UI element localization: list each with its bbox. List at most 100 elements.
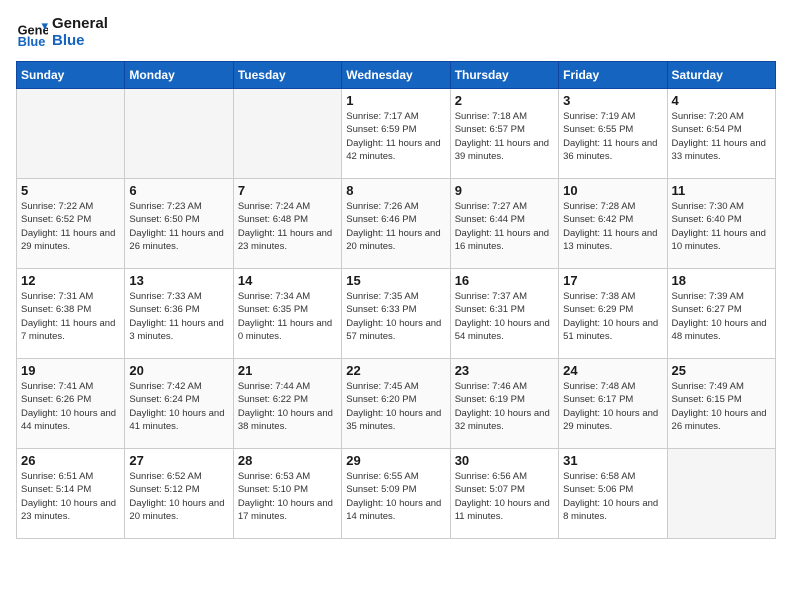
day-info: Sunrise: 7:45 AMSunset: 6:20 PMDaylight:… [346, 380, 445, 433]
logo-blue: Blue [52, 33, 108, 50]
day-info: Sunrise: 6:56 AMSunset: 5:07 PMDaylight:… [455, 470, 554, 523]
day-number: 15 [346, 273, 445, 288]
day-number: 20 [129, 363, 228, 378]
day-number: 13 [129, 273, 228, 288]
calendar-cell: 10 Sunrise: 7:28 AMSunset: 6:42 PMDayligh… [559, 179, 667, 269]
calendar-cell: 17 Sunrise: 7:38 AMSunset: 6:29 PMDayligh… [559, 269, 667, 359]
calendar-cell: 26 Sunrise: 6:51 AMSunset: 5:14 PMDayligh… [17, 449, 125, 539]
weekday-header-wednesday: Wednesday [342, 62, 450, 89]
calendar-cell [233, 89, 341, 179]
day-number: 30 [455, 453, 554, 468]
day-info: Sunrise: 7:38 AMSunset: 6:29 PMDaylight:… [563, 290, 662, 343]
calendar-week-4: 19 Sunrise: 7:41 AMSunset: 6:26 PMDayligh… [17, 359, 776, 449]
day-number: 12 [21, 273, 120, 288]
calendar-cell: 27 Sunrise: 6:52 AMSunset: 5:12 PMDayligh… [125, 449, 233, 539]
day-info: Sunrise: 7:19 AMSunset: 6:55 PMDaylight:… [563, 110, 662, 163]
calendar-cell [125, 89, 233, 179]
calendar-cell: 14 Sunrise: 7:34 AMSunset: 6:35 PMDayligh… [233, 269, 341, 359]
day-number: 2 [455, 93, 554, 108]
day-number: 10 [563, 183, 662, 198]
day-info: Sunrise: 7:22 AMSunset: 6:52 PMDaylight:… [21, 200, 120, 253]
day-info: Sunrise: 7:44 AMSunset: 6:22 PMDaylight:… [238, 380, 337, 433]
calendar-cell: 7 Sunrise: 7:24 AMSunset: 6:48 PMDaylight… [233, 179, 341, 269]
day-info: Sunrise: 6:53 AMSunset: 5:10 PMDaylight:… [238, 470, 337, 523]
day-info: Sunrise: 7:39 AMSunset: 6:27 PMDaylight:… [672, 290, 771, 343]
calendar-cell: 30 Sunrise: 6:56 AMSunset: 5:07 PMDayligh… [450, 449, 558, 539]
calendar-cell: 16 Sunrise: 7:37 AMSunset: 6:31 PMDayligh… [450, 269, 558, 359]
day-number: 1 [346, 93, 445, 108]
day-info: Sunrise: 7:41 AMSunset: 6:26 PMDaylight:… [21, 380, 120, 433]
calendar-cell: 9 Sunrise: 7:27 AMSunset: 6:44 PMDaylight… [450, 179, 558, 269]
calendar-week-3: 12 Sunrise: 7:31 AMSunset: 6:38 PMDayligh… [17, 269, 776, 359]
calendar-cell: 24Sunrise: 7:48 AMSunset: 6:17 PMDayligh… [559, 359, 667, 449]
day-info: Sunrise: 7:49 AMSunset: 6:15 PMDaylight:… [672, 380, 771, 433]
calendar-cell [17, 89, 125, 179]
day-info: Sunrise: 6:51 AMSunset: 5:14 PMDaylight:… [21, 470, 120, 523]
day-number: 31 [563, 453, 662, 468]
day-number: 28 [238, 453, 337, 468]
page-header: General Blue General Blue [16, 16, 776, 49]
day-number: 22 [346, 363, 445, 378]
weekday-header-monday: Monday [125, 62, 233, 89]
logo: General Blue General Blue [16, 16, 108, 49]
day-info: Sunrise: 6:52 AMSunset: 5:12 PMDaylight:… [129, 470, 228, 523]
calendar-cell: 15 Sunrise: 7:35 AMSunset: 6:33 PMDayligh… [342, 269, 450, 359]
day-info: Sunrise: 7:35 AMSunset: 6:33 PMDaylight:… [346, 290, 445, 343]
day-info: Sunrise: 7:26 AMSunset: 6:46 PMDaylight:… [346, 200, 445, 253]
calendar-cell: 28 Sunrise: 6:53 AMSunset: 5:10 PMDayligh… [233, 449, 341, 539]
day-info: Sunrise: 7:27 AMSunset: 6:44 PMDaylight:… [455, 200, 554, 253]
day-number: 9 [455, 183, 554, 198]
weekday-header-friday: Friday [559, 62, 667, 89]
day-info: Sunrise: 6:58 AMSunset: 5:06 PMDaylight:… [563, 470, 662, 523]
day-number: 25 [672, 363, 771, 378]
day-info: Sunrise: 7:33 AMSunset: 6:36 PMDaylight:… [129, 290, 228, 343]
day-number: 8 [346, 183, 445, 198]
calendar-cell: 29 Sunrise: 6:55 AMSunset: 5:09 PMDayligh… [342, 449, 450, 539]
day-number: 19 [21, 363, 120, 378]
day-number: 29 [346, 453, 445, 468]
day-info: Sunrise: 7:24 AMSunset: 6:48 PMDaylight:… [238, 200, 337, 253]
logo-general: General [52, 16, 108, 33]
calendar-cell: 6Sunrise: 7:23 AMSunset: 6:50 PMDaylight… [125, 179, 233, 269]
day-number: 17 [563, 273, 662, 288]
day-info: Sunrise: 7:46 AMSunset: 6:19 PMDaylight:… [455, 380, 554, 433]
day-info: Sunrise: 7:17 AMSunset: 6:59 PMDaylight:… [346, 110, 445, 163]
day-number: 16 [455, 273, 554, 288]
day-number: 7 [238, 183, 337, 198]
calendar-cell: 11 Sunrise: 7:30 AMSunset: 6:40 PMDayligh… [667, 179, 775, 269]
weekday-header-row: SundayMondayTuesdayWednesdayThursdayFrid… [17, 62, 776, 89]
calendar-table: SundayMondayTuesdayWednesdayThursdayFrid… [16, 61, 776, 539]
calendar-cell: 1 Sunrise: 7:17 AMSunset: 6:59 PMDaylight… [342, 89, 450, 179]
calendar-week-1: 1 Sunrise: 7:17 AMSunset: 6:59 PMDaylight… [17, 89, 776, 179]
day-info: Sunrise: 7:30 AMSunset: 6:40 PMDaylight:… [672, 200, 771, 253]
day-number: 27 [129, 453, 228, 468]
day-number: 4 [672, 93, 771, 108]
weekday-header-tuesday: Tuesday [233, 62, 341, 89]
day-info: Sunrise: 7:31 AMSunset: 6:38 PMDaylight:… [21, 290, 120, 343]
calendar-cell: 18Sunrise: 7:39 AMSunset: 6:27 PMDayligh… [667, 269, 775, 359]
day-info: Sunrise: 7:28 AMSunset: 6:42 PMDaylight:… [563, 200, 662, 253]
day-info: Sunrise: 7:23 AMSunset: 6:50 PMDaylight:… [129, 200, 228, 253]
calendar-cell: 19 Sunrise: 7:41 AMSunset: 6:26 PMDayligh… [17, 359, 125, 449]
day-number: 26 [21, 453, 120, 468]
day-number: 11 [672, 183, 771, 198]
day-info: Sunrise: 6:55 AMSunset: 5:09 PMDaylight:… [346, 470, 445, 523]
day-info: Sunrise: 7:37 AMSunset: 6:31 PMDaylight:… [455, 290, 554, 343]
day-info: Sunrise: 7:34 AMSunset: 6:35 PMDaylight:… [238, 290, 337, 343]
day-number: 14 [238, 273, 337, 288]
calendar-cell: 2 Sunrise: 7:18 AMSunset: 6:57 PMDaylight… [450, 89, 558, 179]
calendar-cell: 22 Sunrise: 7:45 AMSunset: 6:20 PMDayligh… [342, 359, 450, 449]
calendar-cell: 25 Sunrise: 7:49 AMSunset: 6:15 PMDayligh… [667, 359, 775, 449]
calendar-cell: 23Sunrise: 7:46 AMSunset: 6:19 PMDayligh… [450, 359, 558, 449]
day-info: Sunrise: 7:48 AMSunset: 6:17 PMDaylight:… [563, 380, 662, 433]
calendar-cell: 8 Sunrise: 7:26 AMSunset: 6:46 PMDaylight… [342, 179, 450, 269]
day-number: 21 [238, 363, 337, 378]
day-info: Sunrise: 7:18 AMSunset: 6:57 PMDaylight:… [455, 110, 554, 163]
calendar-cell: 3 Sunrise: 7:19 AMSunset: 6:55 PMDaylight… [559, 89, 667, 179]
day-number: 3 [563, 93, 662, 108]
calendar-cell: 12 Sunrise: 7:31 AMSunset: 6:38 PMDayligh… [17, 269, 125, 359]
day-info: Sunrise: 7:20 AMSunset: 6:54 PMDaylight:… [672, 110, 771, 163]
svg-text:Blue: Blue [18, 33, 46, 48]
calendar-cell: 13 Sunrise: 7:33 AMSunset: 6:36 PMDayligh… [125, 269, 233, 359]
weekday-header-saturday: Saturday [667, 62, 775, 89]
